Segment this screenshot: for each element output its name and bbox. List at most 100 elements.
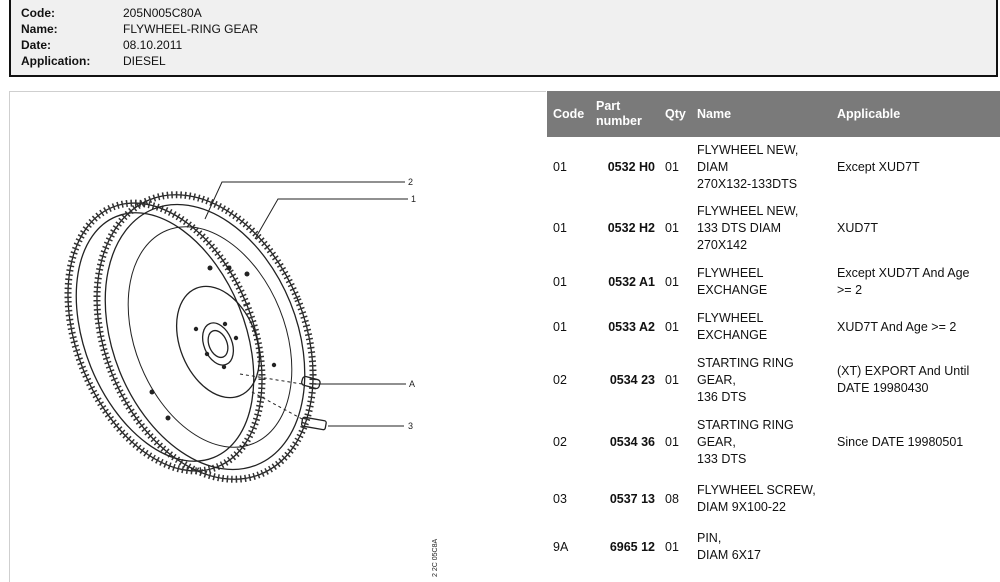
column-header-code: Code — [547, 91, 590, 137]
row-applicable-line: Except XUD7T And Age — [837, 266, 970, 280]
row-applicable-line: Except XUD7T — [837, 159, 920, 174]
exploded-view-drawing: 2 1 A 3 2 2C 05C8A — [9, 91, 546, 582]
table-row[interactable]: 9A 6965 12 01 PIN, DIAM 6X17 — [547, 525, 1000, 569]
row-applicable-line: (XT) EXPORT And Until — [837, 364, 970, 378]
row-qty: 01 — [665, 372, 679, 387]
row-applicable-line: DATE 19980430 — [837, 381, 929, 395]
row-part-number: 0532 H2 — [607, 220, 655, 235]
row-applicable: XUD7T And Age >= 2 — [831, 305, 1000, 349]
column-header-name: Name — [691, 91, 831, 137]
table-row[interactable]: 02 0534 23 01 STARTING RING GEAR, 136 DTS (XT)… — [547, 349, 1000, 411]
row-name: FLYWHEEL NEW, 133 DTS DIAM 270X142 — [691, 197, 831, 259]
row-name-line: DIAM 6X17 — [697, 548, 761, 562]
row-code: 01 — [553, 159, 567, 174]
row-applicable: Since DATE 19980501 — [831, 411, 1000, 473]
row-name-line: PIN, — [697, 531, 722, 545]
callout-a: A — [409, 379, 415, 389]
row-applicable — [831, 525, 1000, 569]
row-name-line: EXCHANGE — [697, 283, 768, 297]
flywheel-diagram: 2 1 A 3 2 2C 05C8A — [64, 177, 439, 577]
row-part-number: 0532 A1 — [608, 274, 655, 289]
row-name-line: 136 DTS — [697, 389, 747, 404]
table-row[interactable]: 02 0534 36 01 STARTING RING GEAR, 133 DTS Sinc… — [547, 411, 1000, 473]
callout-labels: 2 1 A 3 2 2C 05C8A — [408, 177, 439, 577]
row-part-number: 0532 H0 — [607, 159, 655, 174]
row-name-line: FLYWHEEL — [697, 311, 764, 325]
row-name-line: FLYWHEEL SCREW, — [697, 483, 816, 497]
row-name-line: 270X142 — [697, 237, 748, 252]
row-applicable-line: >= 2 — [837, 283, 863, 297]
row-name: STARTING RING GEAR, 136 DTS — [691, 349, 831, 411]
row-code: 01 — [553, 220, 567, 235]
callout-3: 3 — [408, 421, 413, 431]
callout-2: 2 — [408, 177, 413, 187]
row-name: PIN, DIAM 6X17 — [691, 525, 831, 569]
screw-shape — [251, 391, 327, 431]
row-name: FLYWHEEL SCREW, DIAM 9X100-22 — [691, 473, 831, 525]
application-label: Application: — [21, 54, 91, 68]
table-row[interactable]: 01 0532 A1 01 FLYWHEEL EXCHANGE Except XUD7T … — [547, 259, 1000, 305]
row-part-number: 0534 36 — [609, 434, 655, 449]
row-name-line: 270X132-133DTS — [697, 176, 798, 191]
application-value: DIESEL — [123, 54, 166, 68]
date-value: 08.10.2011 — [123, 38, 183, 52]
row-name-line: FLYWHEEL NEW, — [697, 142, 799, 157]
part-header: Code: 205N005C80A Name: FLYWHEEL-RING GE… — [9, 0, 998, 77]
table-row[interactable]: 01 0532 H2 01 FLYWHEEL NEW, 133 DTS DIAM 270X… — [547, 197, 1000, 259]
row-applicable: Except XUD7T And Age >= 2 — [831, 259, 1000, 305]
row-name-line: GEAR, — [697, 434, 736, 449]
row-name-line: 133 DTS DIAM — [697, 220, 782, 235]
row-part-number: 0537 13 — [609, 491, 655, 506]
row-name-line: DIAM 9X100-22 — [697, 500, 786, 514]
code-value: 205N005C80A — [123, 6, 202, 20]
table-row[interactable]: 01 0532 H0 01 FLYWHEEL NEW, DIAM 270X132-133D… — [547, 137, 1000, 197]
parts-table: Code Part number Qty Name Applicable 01 0… — [547, 91, 1000, 569]
callout-1: 1 — [411, 194, 416, 204]
row-code: 01 — [553, 319, 567, 334]
row-qty: 01 — [665, 539, 679, 554]
row-qty: 01 — [665, 220, 679, 235]
table-row[interactable]: 03 0537 13 08 FLYWHEEL SCREW, DIAM 9X100-22 — [547, 473, 1000, 525]
row-name: STARTING RING GEAR, 133 DTS — [691, 411, 831, 473]
table-header-row: Code Part number Qty Name Applicable — [547, 91, 1000, 137]
row-code: 02 — [553, 372, 567, 387]
row-qty: 01 — [665, 159, 679, 174]
date-label: Date: — [21, 38, 52, 52]
row-code: 03 — [553, 491, 567, 506]
row-name: FLYWHEEL EXCHANGE — [691, 259, 831, 305]
row-code: 01 — [553, 274, 567, 289]
row-qty: 01 — [665, 434, 679, 449]
table-row[interactable]: 01 0533 A2 01 FLYWHEEL EXCHANGE XUD7T And Age… — [547, 305, 1000, 349]
row-name-line: GEAR, — [697, 372, 736, 387]
row-name: FLYWHEEL NEW, DIAM 270X132-133DTS — [691, 137, 831, 197]
row-name-line: DIAM — [697, 159, 729, 174]
row-code: 02 — [553, 434, 567, 449]
row-name-line: FLYWHEEL NEW, — [697, 203, 799, 218]
row-part-number: 0534 23 — [609, 372, 655, 387]
row-applicable-line: XUD7T And Age >= 2 — [837, 319, 957, 334]
row-qty: 01 — [665, 274, 679, 289]
row-applicable: Except XUD7T — [831, 137, 1000, 197]
column-header-applicable: Applicable — [831, 91, 1000, 137]
part-number-header-line1: Part — [596, 99, 621, 113]
row-name-line: STARTING RING — [697, 417, 794, 432]
row-applicable: XUD7T — [831, 197, 1000, 259]
column-header-qty: Qty — [661, 91, 691, 137]
leader-lines — [204, 181, 408, 427]
pin-shape — [239, 373, 321, 390]
row-code: 9A — [553, 539, 569, 554]
row-qty: 01 — [665, 319, 679, 334]
row-name-line: EXCHANGE — [697, 328, 768, 342]
name-value: FLYWHEEL-RING GEAR — [123, 22, 259, 36]
flywheel-shape — [93, 191, 317, 483]
code-label: Code: — [21, 6, 55, 20]
row-name-line: STARTING RING — [697, 355, 794, 370]
row-name-line: FLYWHEEL — [697, 266, 764, 280]
part-number-header-line2: number — [596, 114, 642, 128]
row-applicable-line: XUD7T — [837, 220, 878, 235]
name-label: Name: — [21, 22, 58, 36]
row-applicable-line: Since DATE 19980501 — [837, 434, 964, 449]
row-applicable — [831, 473, 1000, 525]
row-name-line: 133 DTS — [697, 451, 747, 466]
row-part-number: 0533 A2 — [608, 319, 655, 334]
